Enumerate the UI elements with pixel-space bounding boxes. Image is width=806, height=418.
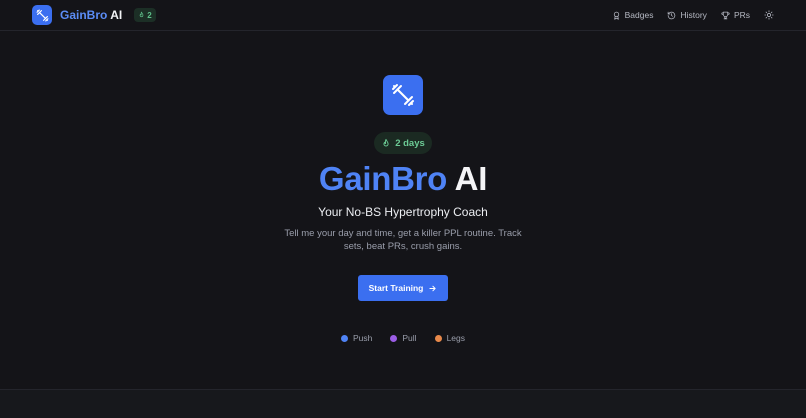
legend-dot-push bbox=[341, 334, 348, 342]
header-nav: Badges History PRs bbox=[612, 10, 774, 20]
dumbbell-logo-icon bbox=[32, 5, 52, 25]
nav-history[interactable]: History bbox=[667, 10, 707, 20]
dumbbell-icon bbox=[392, 84, 414, 106]
brand-name-primary: GainBro bbox=[60, 8, 108, 22]
legend-label-pull: Pull bbox=[402, 333, 417, 343]
flame-icon bbox=[139, 11, 144, 18]
streak-chip-count: 2 bbox=[147, 10, 152, 20]
top-header: GainBro AI 2 Badges History PRs bbox=[0, 0, 806, 31]
page-title-primary: GainBro bbox=[318, 160, 448, 197]
brand[interactable]: GainBro AI 2 bbox=[32, 5, 156, 25]
page-subtitle: Your No-BS Hypertrophy Coach bbox=[318, 205, 488, 219]
hero-logo bbox=[383, 75, 423, 115]
page-title: GainBro AI bbox=[0, 160, 806, 198]
page-description: Tell me your day and time, get a killer … bbox=[284, 228, 522, 252]
nav-badges[interactable]: Badges bbox=[612, 10, 654, 20]
footer bbox=[0, 389, 806, 418]
arrow-right-icon bbox=[429, 285, 436, 291]
sun-icon bbox=[764, 10, 774, 20]
legend-item-legs: Legs bbox=[434, 333, 465, 343]
legend-label-push: Push bbox=[353, 333, 373, 343]
nav-history-label: History bbox=[680, 10, 707, 20]
nav-badges-label: Badges bbox=[624, 10, 654, 20]
history-icon bbox=[668, 11, 676, 19]
legend-dot-pull bbox=[390, 334, 398, 342]
start-training-button[interactable]: Start Training bbox=[358, 275, 448, 301]
page-title-secondary: AI bbox=[454, 160, 488, 197]
split-legend: Push Pull Legs bbox=[0, 333, 806, 343]
legend-item-pull: Pull bbox=[390, 333, 417, 343]
nav-prs-label: PRs bbox=[733, 10, 750, 20]
theme-toggle-button[interactable] bbox=[764, 10, 774, 20]
legend-label-legs: Legs bbox=[446, 333, 465, 343]
legend-item-push: Push bbox=[341, 333, 372, 343]
start-training-label: Start Training bbox=[368, 283, 424, 293]
app-root: GainBro AI 2 Badges History PRs 2 days G… bbox=[0, 0, 806, 418]
nav-prs[interactable]: PRs bbox=[721, 10, 750, 20]
streak-pill-label: 2 days bbox=[395, 137, 425, 149]
brand-name: GainBro AI bbox=[60, 8, 122, 22]
streak-pill: 2 days bbox=[374, 132, 432, 154]
brand-name-secondary: AI bbox=[110, 8, 123, 22]
streak-chip: 2 bbox=[134, 8, 156, 22]
legend-dot-legs bbox=[434, 334, 442, 342]
trophy-icon bbox=[721, 11, 730, 19]
badge-icon bbox=[613, 11, 619, 20]
flame-icon bbox=[383, 138, 389, 146]
